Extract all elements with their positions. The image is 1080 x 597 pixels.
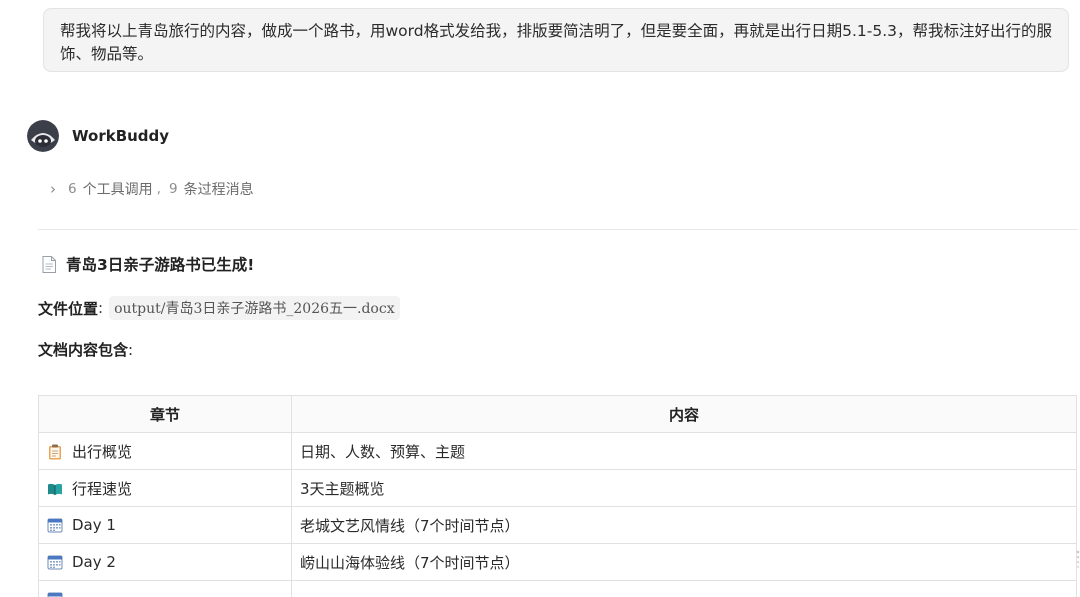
file-path[interactable]: output/青岛3日亲子游路书_2026五一.docx (109, 296, 400, 320)
table-row: 出行概览 日期、人数、预算、主题 (38, 432, 1077, 470)
contents-table: 章节 内容 出行概览 日期、人数、预算、主题 行程速览 3天主题概览 Day 1… (38, 395, 1077, 597)
scroll-indicator-icon (1076, 550, 1080, 569)
section-name: Day 1 (72, 516, 116, 534)
section-name: Day 2 (72, 553, 116, 571)
tool-count-label: 个工具调用 (82, 182, 153, 198)
chat-page: { "user_message": "帮我将以上青岛旅行的内容，做成一个路书，用… (0, 0, 1080, 597)
document-icon (42, 255, 56, 273)
section-name: 出行概览 (72, 442, 133, 461)
content-cell: 崂山山海体验线（7个时间节点） (291, 543, 1077, 581)
header-section: 章节 (38, 395, 292, 433)
table-header-row: 章节 内容 (38, 395, 1077, 433)
chevron-right-icon: › (50, 180, 56, 198)
message-count-label: 条过程消息 (183, 182, 254, 198)
file-location: 文件位置 : output/青岛3日亲子游路书_2026五一.docx (38, 296, 400, 320)
tool-count: 6 (68, 181, 77, 197)
calendar-icon (47, 555, 63, 570)
section-name: 行程速览 (72, 479, 133, 498)
content-cell: 老城文艺风情线（7个时间节点） (291, 506, 1077, 544)
user-message-bubble: 帮我将以上青岛旅行的内容，做成一个路书，用word格式发给我，排版要简洁明了，但… (43, 8, 1069, 72)
robot-avatar-icon (27, 120, 59, 152)
clipboard-icon (49, 444, 61, 459)
section-cell: Day 2 (38, 543, 292, 581)
section-cell: 出行概览 (38, 432, 292, 470)
section-cell (38, 580, 292, 597)
contents-heading: 文档内容包含: (38, 339, 133, 360)
result-title: 青岛3日亲子游路书已生成! (42, 253, 254, 275)
user-message-text: 帮我将以上青岛旅行的内容，做成一个路书，用word格式发给我，排版要简洁明了，但… (60, 22, 1052, 63)
section-cell: 行程速览 (38, 469, 292, 507)
calendar-icon (47, 592, 63, 597)
tool-calls-toggle[interactable]: › 6 个工具调用 , 9 条过程消息 (50, 179, 254, 199)
assistant-name: WorkBuddy (72, 127, 170, 145)
message-count: 9 (169, 181, 178, 197)
file-location-colon: : (98, 299, 104, 317)
section-divider (38, 229, 1078, 230)
table-row: Day 2 崂山山海体验线（7个时间节点） (38, 543, 1077, 581)
contents-label: 文档内容包含 (38, 341, 129, 359)
result-title-text: 青岛3日亲子游路书已生成! (66, 256, 255, 274)
table-row (38, 580, 1077, 597)
contents-colon: : (128, 341, 134, 359)
calendar-icon (47, 518, 63, 533)
book-icon (48, 483, 62, 495)
content-cell: 日期、人数、预算、主题 (291, 432, 1077, 470)
header-content: 内容 (291, 395, 1077, 433)
content-cell: 3天主题概览 (291, 469, 1077, 507)
content-cell (291, 580, 1077, 597)
assistant-header: WorkBuddy (27, 119, 169, 153)
section-cell: Day 1 (38, 506, 292, 544)
table-row: Day 1 老城文艺风情线（7个时间节点） (38, 506, 1077, 544)
summary-separator: , (156, 181, 162, 197)
file-location-label: 文件位置 (38, 299, 99, 318)
table-row: 行程速览 3天主题概览 (38, 469, 1077, 507)
